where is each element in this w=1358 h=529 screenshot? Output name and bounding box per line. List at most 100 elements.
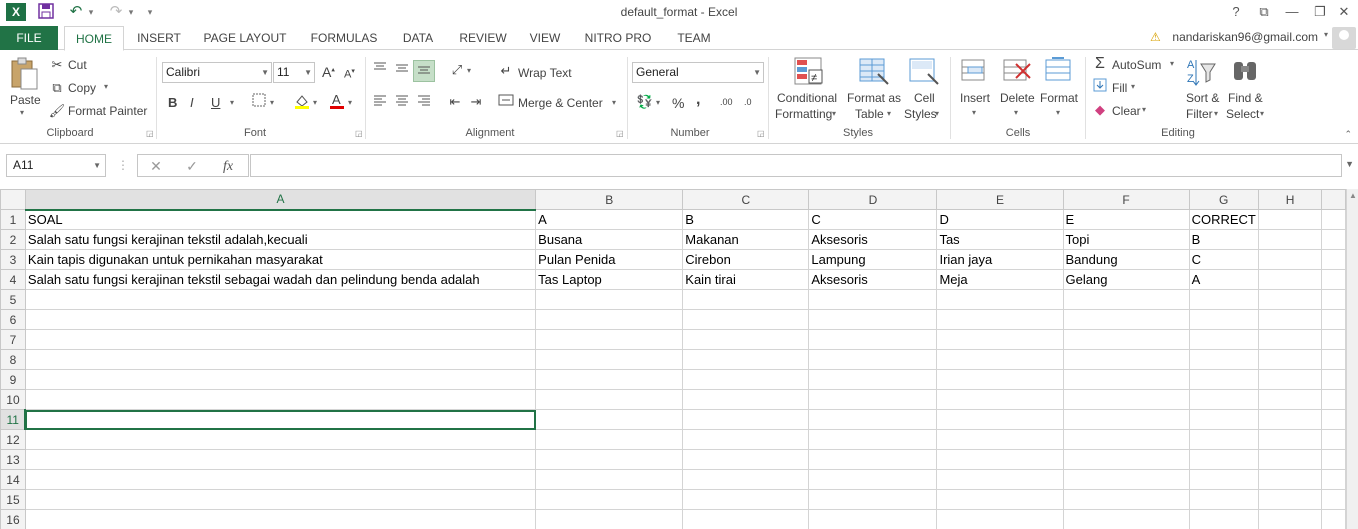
cell-f1[interactable]: E xyxy=(1062,209,1190,230)
column-header-d[interactable]: D xyxy=(808,189,938,210)
cell-f5[interactable] xyxy=(1062,289,1190,310)
clear-dropdown-icon[interactable]: ▾ xyxy=(1142,105,1146,114)
row-header[interactable]: 1 xyxy=(0,209,26,230)
column-header-a[interactable]: A xyxy=(24,189,537,211)
confirm-entry-icon[interactable]: ✓ xyxy=(182,157,202,176)
cell-c15[interactable] xyxy=(682,489,810,510)
orientation-dropdown-icon[interactable]: ▾ xyxy=(467,66,471,75)
copy-icon[interactable]: ⧉ xyxy=(48,79,66,97)
cell-styles-icon[interactable] xyxy=(908,56,940,88)
fill-color-icon[interactable] xyxy=(293,93,311,111)
cell-h13[interactable] xyxy=(1257,449,1323,470)
column-header-f[interactable]: F xyxy=(1062,189,1190,210)
format-painter-icon[interactable]: 🖌 xyxy=(48,102,66,120)
cell-d6[interactable] xyxy=(808,309,938,330)
tab-file[interactable]: FILE xyxy=(0,26,58,50)
cell-e3[interactable]: Irian jaya xyxy=(936,249,1064,270)
cell-d14[interactable] xyxy=(808,469,938,490)
cell-styles-label[interactable]: Cell xyxy=(914,91,935,105)
cell-e4[interactable]: Meja xyxy=(936,269,1064,290)
font-color-icon[interactable]: A xyxy=(328,92,346,110)
cell-c10[interactable] xyxy=(682,389,810,410)
underline-button[interactable]: U xyxy=(211,95,220,110)
cell-c16[interactable] xyxy=(682,509,810,529)
cell-d9[interactable] xyxy=(808,369,938,390)
cell-a8[interactable] xyxy=(24,349,537,370)
column-header-b[interactable]: B xyxy=(535,189,684,210)
cell-e5[interactable] xyxy=(936,289,1064,310)
accounting-dropdown-icon[interactable]: ▾ xyxy=(656,98,660,107)
cell-g14[interactable] xyxy=(1188,469,1259,490)
cell-a9[interactable] xyxy=(24,369,537,390)
insert-dropdown-icon[interactable]: ▾ xyxy=(972,108,976,117)
font-launcher-icon[interactable]: ◲ xyxy=(355,130,363,138)
cell-f15[interactable] xyxy=(1062,489,1190,510)
cell-b4[interactable]: Tas Laptop xyxy=(535,269,684,290)
paste-button[interactable]: Paste xyxy=(10,93,41,107)
row-header[interactable]: 9 xyxy=(0,369,26,390)
cell-h3[interactable] xyxy=(1257,249,1323,270)
cell-f8[interactable] xyxy=(1062,349,1190,370)
number-format-select[interactable]: General ▼ xyxy=(632,62,764,83)
row-header[interactable]: 3 xyxy=(0,249,26,270)
cell-e6[interactable] xyxy=(936,309,1064,330)
font-color-dropdown-icon[interactable]: ▾ xyxy=(348,98,352,107)
vertical-scrollbar[interactable]: ▲ xyxy=(1346,189,1358,529)
percent-button[interactable]: % xyxy=(672,95,684,111)
borders-icon[interactable] xyxy=(250,93,268,111)
cell-d10[interactable] xyxy=(808,389,938,410)
cell-b11[interactable] xyxy=(535,409,684,430)
cell-c13[interactable] xyxy=(682,449,810,470)
conditional-formatting-label[interactable]: Conditional xyxy=(777,91,837,105)
cell-a13[interactable] xyxy=(24,449,537,470)
format-as-table-dropdown-icon[interactable]: ▾ xyxy=(887,109,891,118)
cell-g13[interactable] xyxy=(1188,449,1259,470)
clear-button[interactable]: Clear xyxy=(1112,104,1141,118)
cell-a16[interactable] xyxy=(24,509,537,529)
merge-center-button[interactable]: Merge & Center xyxy=(518,96,603,110)
formula-input[interactable] xyxy=(250,154,1342,177)
decrease-indent-icon[interactable]: ⇤ xyxy=(446,93,464,111)
row-header[interactable]: 5 xyxy=(0,289,26,310)
cell-g15[interactable] xyxy=(1188,489,1259,510)
cell-a3[interactable]: Kain tapis digunakan untuk pernikahan ma… xyxy=(24,249,537,270)
cell-g6[interactable] xyxy=(1188,309,1259,330)
delete-cells-button[interactable]: Delete xyxy=(1000,91,1035,105)
cell-f2[interactable]: Topi xyxy=(1062,229,1190,250)
fill-button[interactable]: Fill xyxy=(1112,81,1127,95)
cell-b1[interactable]: A xyxy=(535,209,684,230)
conditional-formatting-label-2[interactable]: Formatting xyxy=(775,107,832,121)
align-middle-icon[interactable] xyxy=(393,61,411,79)
find-select-label[interactable]: Find & xyxy=(1228,91,1263,105)
cell-g4[interactable]: A xyxy=(1188,269,1259,290)
row-header[interactable]: 2 xyxy=(0,229,26,250)
cell-a6[interactable] xyxy=(24,309,537,330)
copy-dropdown-icon[interactable]: ▾ xyxy=(104,82,108,91)
fill-color-dropdown-icon[interactable]: ▾ xyxy=(313,98,317,107)
cell-f4[interactable]: Gelang xyxy=(1062,269,1190,290)
align-center-icon[interactable] xyxy=(393,93,411,111)
cell-a10[interactable] xyxy=(24,389,537,410)
cell-b9[interactable] xyxy=(535,369,684,390)
cell-d11[interactable] xyxy=(808,409,938,430)
cell-g16[interactable] xyxy=(1188,509,1259,529)
cell-e15[interactable] xyxy=(936,489,1064,510)
collapse-ribbon-icon[interactable]: ⌃ xyxy=(1344,129,1352,140)
tab-nitro-pro[interactable]: NITRO PRO xyxy=(582,26,654,50)
align-right-icon[interactable] xyxy=(415,93,433,111)
cell-a1[interactable]: SOAL xyxy=(24,209,537,230)
cell-d15[interactable] xyxy=(808,489,938,510)
borders-dropdown-icon[interactable]: ▾ xyxy=(270,98,274,107)
find-select-label-2[interactable]: Select xyxy=(1226,107,1259,121)
cell-d5[interactable] xyxy=(808,289,938,310)
cell-h11[interactable] xyxy=(1257,409,1323,430)
autosum-button[interactable]: AutoSum xyxy=(1112,58,1161,72)
cell-g9[interactable] xyxy=(1188,369,1259,390)
cell-b2[interactable]: Busana xyxy=(535,229,684,250)
orientation-icon[interactable]: ⤢ xyxy=(448,61,466,79)
wrap-text-button[interactable]: Wrap Text xyxy=(518,66,572,80)
cell-g2[interactable]: B xyxy=(1188,229,1259,250)
cell-d2[interactable]: Aksesoris xyxy=(808,229,938,250)
tab-team[interactable]: TEAM xyxy=(672,26,716,50)
cell-e13[interactable] xyxy=(936,449,1064,470)
